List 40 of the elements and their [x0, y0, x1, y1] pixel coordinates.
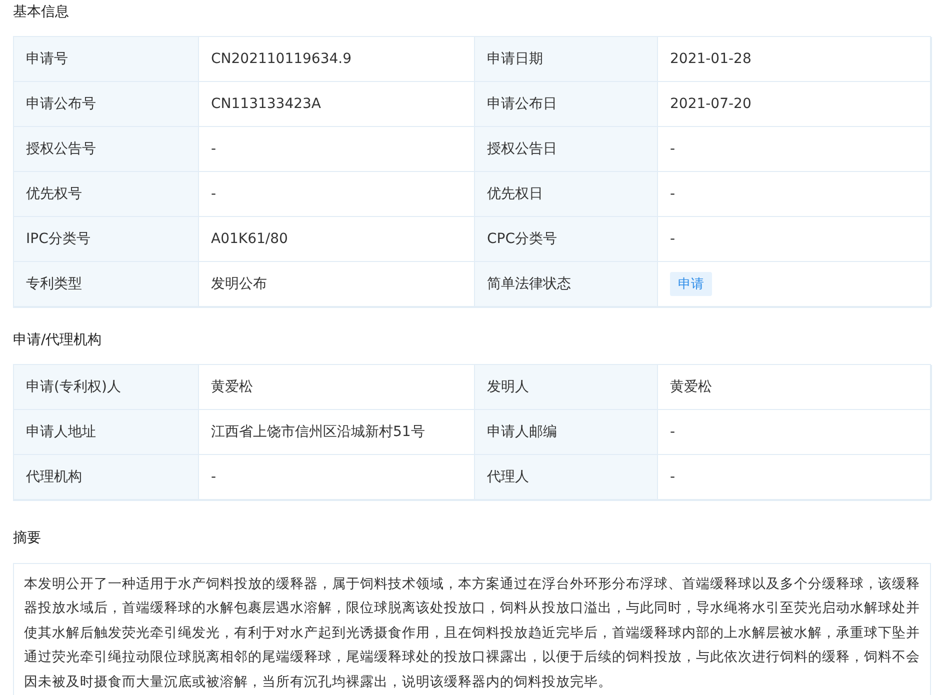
field-label: IPC分类号: [14, 217, 199, 262]
field-value: CN202110119634.9: [211, 51, 352, 67]
field-label: 申请号: [14, 37, 199, 82]
field-label: 授权公告号: [14, 127, 199, 172]
field-label: 代理人: [475, 455, 658, 500]
field-value: CN113133423A: [211, 96, 321, 112]
field-value: -: [670, 469, 676, 485]
field-value: A01K61/80: [211, 231, 288, 247]
field-label: 发明人: [475, 365, 658, 410]
field-label: 优先权日: [475, 172, 658, 217]
field-label: 申请公布日: [475, 82, 658, 127]
section-title: 基本信息: [13, 3, 70, 22]
field-label: 优先权号: [14, 172, 199, 217]
field-value: 江西省上饶市信州区沿城新村51号: [211, 423, 425, 441]
field-value: -: [211, 186, 216, 202]
field-label: 申请(专利权)人: [14, 365, 199, 410]
field-value: -: [670, 186, 676, 202]
field-value: 黄爱松: [670, 378, 712, 396]
field-label: 申请人地址: [14, 410, 199, 455]
field-value: -: [670, 231, 676, 247]
section-title: 摘要: [13, 529, 42, 548]
field-label: 代理机构: [14, 455, 199, 500]
field-value: -: [670, 424, 676, 440]
field-value: -: [211, 141, 216, 157]
field-value: 黄爱松: [211, 378, 253, 396]
field-value: 2021-01-28: [670, 51, 752, 67]
field-label: CPC分类号: [475, 217, 658, 262]
status-tag: 申请: [670, 272, 712, 296]
field-label: 简单法律状态: [475, 262, 658, 307]
field-label: 专利类型: [14, 262, 199, 307]
field-label: 授权公告日: [475, 127, 658, 172]
field-label: 申请日期: [475, 37, 658, 82]
field-value: -: [670, 141, 676, 157]
field-label: 申请人邮编: [475, 410, 658, 455]
abstract-text: 本发明公开了一种适用于水产饲料投放的缓释器，属于饲料技术领域，本方案通过在浮台外环形分布浮球、首端缓释球以及多个分缓释球，该缓释器投放水域后，首端缓释球的水解包裹层遇水溶解，限位球脱离该处投放口，饲料从投放口溢出，与此同时，导水绳将水引至荧光启动水解球处并使其水解后触发荧光牵引绳发光，有利于对水产起到光诱摄食作用，且在饲料投放趋近完毕后，首端缓释球内部的上水解层被水解，承重球下坠并通过荧光牵引绳拉动限位球脱离相邻的尾端缓释球，尾端缓释球处的投放口裸露出，以便于后续的饲料投放，与此依次进行饲料的缓释，饲料不会因未被及时摄食而大量沉底或被溶解，当所有沉孔均裸露出，说明该缓释器内的饲料投放完毕。: [24, 575, 920, 692]
section-title: 申请/代理机构: [13, 331, 103, 350]
field-label: 申请公布号: [14, 82, 199, 127]
field-value: 发明公布: [211, 275, 267, 293]
field-value: 2021-07-20: [670, 96, 752, 112]
field-value: -: [211, 469, 216, 485]
